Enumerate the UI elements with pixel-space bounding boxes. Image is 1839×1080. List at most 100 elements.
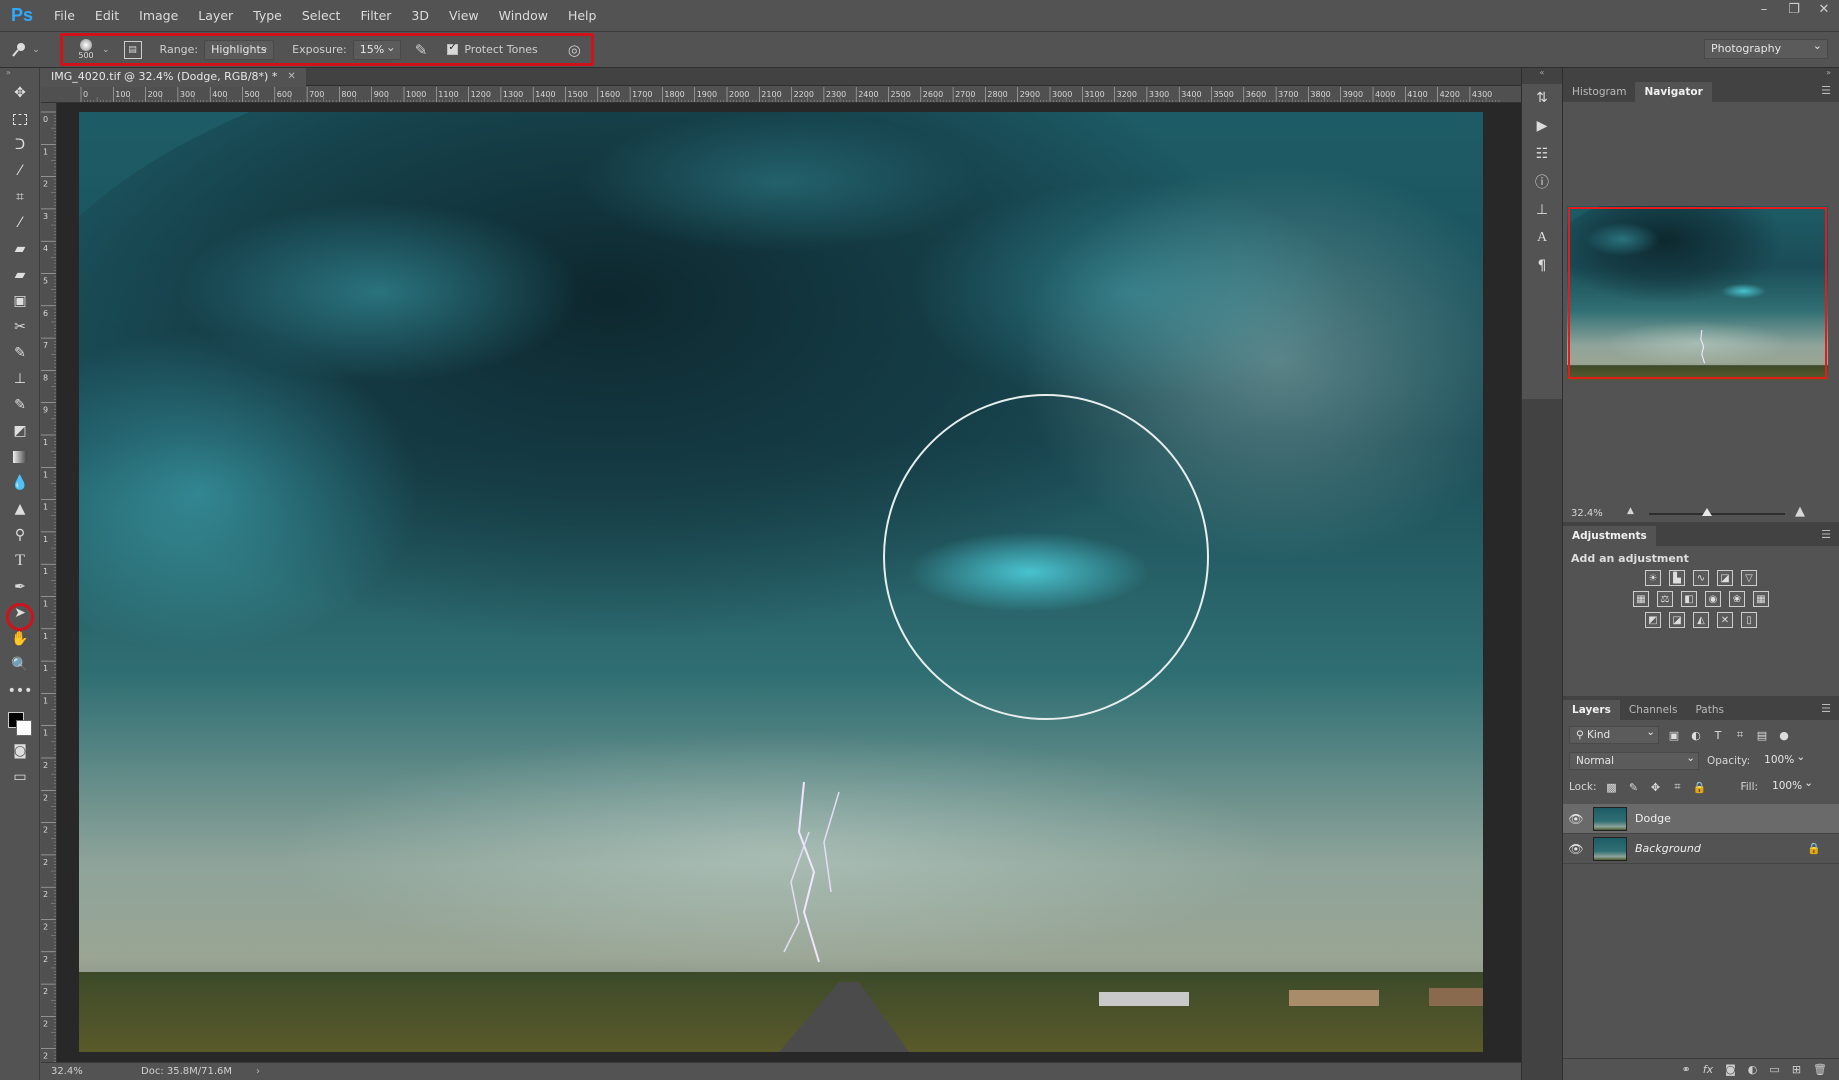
tab-adjustments[interactable]: Adjustments (1563, 526, 1656, 546)
menu-item-window[interactable]: Window (489, 0, 558, 32)
eye-icon[interactable]: 👁 (1563, 842, 1589, 856)
menu-item-filter[interactable]: Filter (350, 0, 401, 32)
more-tools[interactable]: ••• (0, 678, 40, 704)
zoom-tool[interactable]: 🔍 (0, 652, 40, 678)
zoom-in-icon[interactable]: ▲ (1795, 504, 1805, 519)
color-swatches[interactable] (0, 704, 40, 738)
info-panel-button[interactable]: ⓘ (1522, 168, 1562, 196)
fx-icon[interactable]: fx (1703, 1063, 1713, 1076)
menu-item-help[interactable]: Help (558, 0, 607, 32)
filter-pixel-icon[interactable]: ▣ (1667, 729, 1681, 742)
document-tab[interactable]: IMG_4020.tif @ 32.4% (Dodge, RGB/8*) * ✕ (41, 68, 306, 86)
posterize-icon[interactable]: ◪ (1669, 612, 1685, 628)
adjustment-layer-icon[interactable]: ◐ (1748, 1063, 1758, 1076)
clone-tool[interactable]: ▣ (0, 288, 40, 314)
lock-artboard-icon[interactable]: ⌗ (1670, 780, 1684, 794)
paragraph-panel-button[interactable]: ¶ (1522, 252, 1562, 280)
pressure-size-icon[interactable]: ◎ (568, 41, 581, 59)
lock-all-icon[interactable]: 🔒 (1692, 781, 1707, 794)
brush-picker[interactable]: 500 ⌄ (72, 39, 110, 60)
canvas-area[interactable] (57, 103, 1521, 1063)
gradient-tool[interactable] (0, 444, 40, 470)
filter-shape-icon[interactable]: ⌗ (1733, 728, 1747, 742)
opacity-field[interactable]: 100% (1758, 749, 1808, 770)
eraser-tool[interactable]: ◩ (0, 418, 40, 444)
close-icon[interactable]: ✕ (287, 68, 295, 86)
blend-mode-select[interactable]: Normal (1569, 750, 1699, 770)
menu-item-image[interactable]: Image (129, 0, 188, 32)
menu-item-layer[interactable]: Layer (188, 0, 243, 32)
airbrush-icon[interactable]: ✎ (415, 41, 428, 59)
screen-mode-tool[interactable]: ▭ (0, 764, 40, 790)
properties-panel-button[interactable]: ☷ (1522, 140, 1562, 168)
tab-paths[interactable]: Paths (1686, 700, 1733, 720)
filter-adjustment-icon[interactable]: ◐ (1689, 729, 1703, 742)
zoom-out-icon[interactable]: ▲ (1627, 506, 1634, 516)
collapse-panels-icon[interactable]: « (1522, 68, 1562, 82)
filter-type-icon[interactable]: T (1711, 729, 1725, 742)
hue-saturation-icon[interactable]: ▦ (1633, 591, 1649, 607)
eyedropper-tool[interactable]: ⁄ (0, 210, 40, 236)
tab-histogram[interactable]: Histogram (1563, 82, 1635, 102)
minimize-button[interactable]: – (1749, 0, 1779, 22)
filter-toggle-icon[interactable]: ● (1777, 729, 1791, 742)
menu-item-view[interactable]: View (439, 0, 489, 32)
character-panel-button[interactable]: A (1522, 224, 1562, 252)
paint-brush-tool[interactable]: ✎ (0, 340, 40, 366)
collapse-toolbar-icon[interactable]: » (0, 68, 39, 80)
invert-icon[interactable]: ◩ (1645, 612, 1661, 628)
protect-tones-checkbox[interactable] (447, 42, 459, 55)
levels-icon[interactable]: ▙ (1669, 570, 1685, 586)
selective-color-icon[interactable]: ✕ (1717, 612, 1733, 628)
black-white-icon[interactable]: ◧ (1681, 591, 1697, 607)
move-tool[interactable]: ✥ (0, 80, 40, 106)
navigator-zoom-value[interactable]: 32.4% (1563, 508, 1623, 519)
blur-tool[interactable]: 💧 (0, 470, 40, 496)
layer-row-dodge[interactable]: 👁 Dodge (1563, 804, 1839, 834)
dodge-tool[interactable]: ⚲ (0, 522, 40, 548)
add-mask-icon[interactable]: ◙ (1725, 1063, 1736, 1076)
workspace-select[interactable]: Photography (1704, 37, 1828, 59)
menu-item-file[interactable]: File (44, 0, 85, 32)
channel-mixer-icon[interactable]: ❀ (1729, 591, 1745, 607)
navigator-zoom-slider-thumb[interactable] (1702, 508, 1712, 516)
fill-field[interactable]: 100% (1766, 775, 1816, 796)
chevron-right-icon[interactable]: › (256, 1066, 260, 1077)
new-layer-icon[interactable]: ⊞ (1792, 1063, 1801, 1076)
lasso-tool[interactable]: ᑐ (0, 132, 40, 158)
brightness-contrast-icon[interactable]: ☀ (1645, 570, 1661, 586)
panel-menu-icon[interactable]: ☰ (1821, 528, 1831, 541)
crop-tool[interactable]: ⌗ (0, 184, 40, 210)
trash-icon[interactable]: 🗑 (1813, 1063, 1827, 1076)
exposure-icon[interactable]: ◪ (1717, 570, 1733, 586)
type-tool[interactable]: T (0, 548, 40, 574)
filter-smart-icon[interactable]: ▤ (1755, 729, 1769, 742)
hand-tool[interactable]: ✋ (0, 626, 40, 652)
protect-tones-option[interactable]: Protect Tones (447, 42, 543, 56)
range-select[interactable]: Highlights (204, 38, 275, 60)
path-selection-tool[interactable]: ➤ (0, 600, 40, 626)
color-lookup-icon[interactable]: ▦ (1753, 591, 1769, 607)
quick-mask-tool[interactable]: ◙ (0, 738, 40, 764)
clone-source-panel-button[interactable]: ⊥ (1522, 196, 1562, 224)
history-tool[interactable]: ✂ (0, 314, 40, 340)
menu-item-3d[interactable]: 3D (401, 0, 439, 32)
curves-icon[interactable]: ∿ (1693, 570, 1709, 586)
menu-item-select[interactable]: Select (292, 0, 351, 32)
sharpen-tool[interactable]: ▲ (0, 496, 40, 522)
lock-transparent-icon[interactable]: ▩ (1604, 781, 1618, 794)
vibrance-icon[interactable]: ▽ (1741, 570, 1757, 586)
maximize-button[interactable]: ❐ (1779, 0, 1809, 22)
folder-icon[interactable]: ▭ (1769, 1063, 1779, 1076)
background-color-swatch[interactable] (16, 720, 32, 736)
stamp-tool[interactable]: ⊥ (0, 366, 40, 392)
tab-channels[interactable]: Channels (1620, 700, 1687, 720)
gradient-map-icon[interactable]: ▯ (1741, 612, 1757, 628)
threshold-icon[interactable]: ◭ (1693, 612, 1709, 628)
color-balance-icon[interactable]: ⚖ (1657, 591, 1673, 607)
brush-tool[interactable]: ▰ (0, 262, 40, 288)
tab-layers[interactable]: Layers (1563, 700, 1620, 720)
exposure-field[interactable]: 15% (352, 38, 401, 60)
tool-preset-picker[interactable]: ⌄ (0, 41, 50, 59)
menu-item-type[interactable]: Type (243, 0, 292, 32)
